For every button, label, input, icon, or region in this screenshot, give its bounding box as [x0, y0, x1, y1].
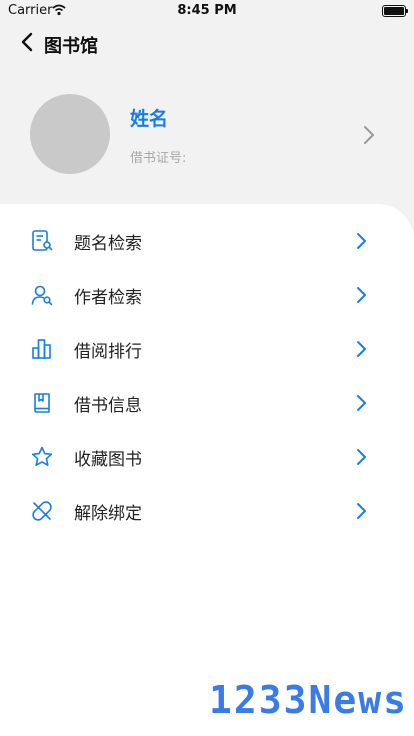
- menu-item-title-search[interactable]: 题名检索: [0, 217, 414, 265]
- book-info-icon: [34, 393, 50, 413]
- menu-item-favorites[interactable]: 收藏图书: [0, 433, 414, 481]
- unbind-icon: [32, 501, 52, 521]
- menu-item-author-search[interactable]: 作者检索: [0, 271, 414, 319]
- menu-label: 收藏图书: [74, 450, 142, 470]
- status-time: 8:45 PM: [177, 3, 237, 18]
- chevron-right-icon: [357, 341, 366, 357]
- nav-bar: 图书馆: [0, 26, 414, 62]
- chevron-right-icon: [357, 449, 366, 465]
- menu-label: 解除绑定: [74, 504, 142, 524]
- chevron-right-icon: [357, 287, 366, 303]
- status-bar: Carrier 8:45 PM: [0, 0, 414, 22]
- author-search-icon: [31, 285, 53, 306]
- menu-label: 借阅排行: [74, 342, 142, 362]
- menu-label: 题名检索: [74, 234, 142, 254]
- chevron-right-icon: [357, 395, 366, 411]
- chevron-right-icon: [357, 503, 366, 519]
- title-search-icon: [32, 230, 53, 251]
- menu-item-ranking[interactable]: 借阅排行: [0, 325, 414, 373]
- menu-label: 作者检索: [74, 288, 142, 308]
- menu-label: 借书信息: [74, 396, 142, 416]
- menu-item-unbind[interactable]: 解除绑定: [0, 487, 414, 535]
- chevron-right-icon: [357, 233, 366, 249]
- page-title: 图书馆: [44, 36, 98, 57]
- back-icon[interactable]: [18, 32, 38, 52]
- user-name: 姓名: [130, 108, 169, 130]
- card-number-label: 借书证号:: [130, 151, 187, 166]
- watermark-logo: 1233News: [208, 678, 408, 722]
- menu-panel: 题名检索 作者检索 借阅排行 借书信息 收藏图书 解除绑定: [0, 204, 414, 736]
- profile-header[interactable]: 姓名 借书证号:: [0, 84, 414, 194]
- avatar[interactable]: [30, 94, 110, 174]
- menu-item-borrow-info[interactable]: 借书信息: [0, 379, 414, 427]
- battery-icon: [382, 5, 408, 17]
- chevron-right-icon[interactable]: [360, 124, 378, 146]
- star-icon: [31, 446, 53, 466]
- ranking-chart-icon: [32, 339, 51, 359]
